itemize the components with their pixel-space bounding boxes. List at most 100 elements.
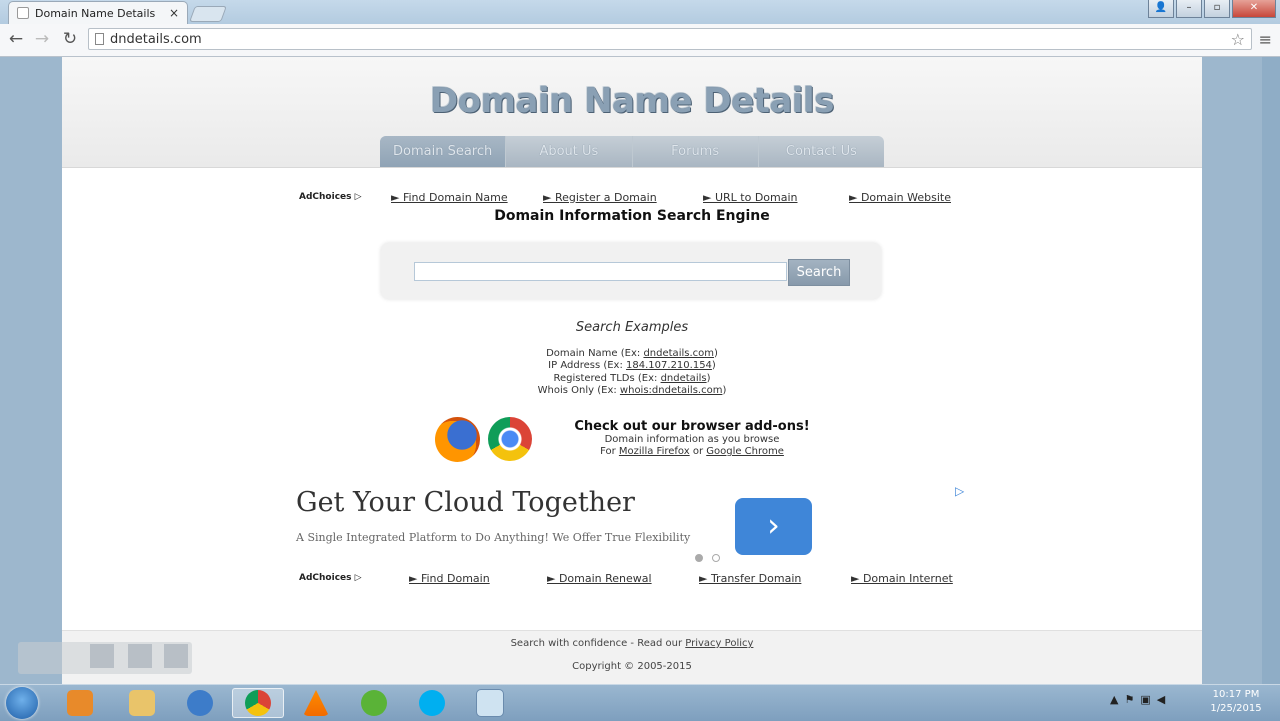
- tab-close-icon[interactable]: ×: [169, 6, 179, 20]
- addons-promo: Check out our browser add-ons! Domain in…: [542, 419, 842, 458]
- search-panel: Search: [381, 243, 881, 299]
- address-bar[interactable]: dndetails.com ☆: [88, 28, 1252, 50]
- ad-arrow-button[interactable]: ›: [735, 498, 812, 555]
- new-tab-button[interactable]: [189, 6, 227, 22]
- top-ad-links: AdChoices ▷ ► Find Domain Name ► Registe…: [299, 190, 959, 204]
- example-link[interactable]: 184.107.210.154: [626, 360, 712, 371]
- example-whois-only: Whois Only (Ex: whois:dndetails.com): [537, 384, 727, 396]
- ad-link-domain-internet[interactable]: ► Domain Internet: [851, 572, 953, 585]
- maximize-button[interactable]: ▫: [1204, 0, 1230, 18]
- carousel-dot[interactable]: [712, 554, 720, 562]
- taskbar-app-window[interactable]: [464, 688, 516, 718]
- site-nav: Domain Search About Us Forums Contact Us: [380, 136, 884, 167]
- taskbar-app-x[interactable]: [174, 688, 226, 718]
- firefox-icon[interactable]: [435, 417, 480, 462]
- adchoices-label[interactable]: AdChoices ▷: [299, 573, 389, 583]
- web-page: Domain Name Details Domain Search About …: [62, 57, 1202, 685]
- ad-info-icon[interactable]: ▷: [955, 484, 964, 498]
- media-player-icon: [67, 690, 93, 716]
- example-domain-name: Domain Name (Ex: dndetails.com): [546, 348, 718, 359]
- windows-taskbar: ▲ ⚑ ▣ ◀ 10:17 PM 1/25/2015: [0, 684, 1280, 721]
- chrome-icon[interactable]: [488, 417, 532, 461]
- site-title: Domain Name Details: [430, 81, 834, 121]
- taskbar-skype[interactable]: [406, 688, 458, 718]
- example-ip-address: IP Address (Ex: 184.107.210.154): [548, 360, 716, 372]
- ad-link-find-domain[interactable]: ► Find Domain: [409, 572, 490, 585]
- ad-headline: Get Your Cloud Together: [296, 487, 635, 518]
- example-link[interactable]: whois:dndetails.com: [620, 385, 723, 396]
- nav-about-us[interactable]: About Us: [506, 136, 633, 167]
- window-controls: 👤 – ▫ ✕: [1148, 0, 1276, 18]
- tray-flag-icon[interactable]: ⚑: [1124, 693, 1134, 706]
- bottom-ad-links: AdChoices ▷ ► Find Domain ► Domain Renew…: [299, 571, 959, 585]
- ad-link-find-domain-name[interactable]: ► Find Domain Name: [391, 191, 508, 204]
- app-x-icon: [187, 690, 213, 716]
- forward-arrow-icon[interactable]: →: [32, 29, 52, 49]
- addons-heading: Check out our browser add-ons!: [574, 419, 810, 434]
- draw-icon[interactable]: [164, 644, 188, 668]
- ad-link-url-to-domain[interactable]: ► URL to Domain: [703, 191, 798, 204]
- addon-icons: [435, 417, 532, 462]
- footer-confidence: Search with confidence - Read our Privac…: [510, 638, 754, 649]
- taskbar-vlc[interactable]: [290, 688, 342, 718]
- nav-contact-us[interactable]: Contact Us: [759, 136, 884, 167]
- ad-link-register-domain[interactable]: ► Register a Domain: [543, 191, 657, 204]
- chrome-menu-icon[interactable]: ≡: [1259, 30, 1272, 49]
- tab-title: Domain Name Details: [35, 6, 156, 20]
- carousel-dot[interactable]: [695, 554, 703, 562]
- taskbar-chrome[interactable]: [232, 688, 284, 718]
- example-link[interactable]: dndetails.com: [643, 348, 714, 359]
- chrome-link[interactable]: Google Chrome: [706, 446, 784, 457]
- ad-banner[interactable]: Get Your Cloud Together A Single Integra…: [292, 482, 972, 567]
- browser-viewport: Domain Name Details Domain Search About …: [0, 57, 1280, 685]
- tray-expand-icon[interactable]: ▲: [1110, 693, 1118, 706]
- ad-link-transfer-domain[interactable]: ► Transfer Domain: [699, 572, 801, 585]
- bookmark-star-icon[interactable]: ☆: [1231, 30, 1245, 49]
- footer-copyright: Copyright © 2005-2015: [572, 661, 692, 672]
- chrome-taskbar-icon: [245, 690, 271, 716]
- addons-line2: For Mozilla Firefox or Google Chrome: [600, 446, 784, 457]
- search-input[interactable]: [414, 262, 787, 281]
- clock-date: 1/25/2015: [1210, 703, 1262, 714]
- stop-icon[interactable]: [128, 644, 152, 668]
- browser-toolbar: ← → ↻ dndetails.com ☆ ≡: [0, 24, 1280, 57]
- pause-icon[interactable]: [90, 644, 114, 668]
- browser-tabstrip: Domain Name Details × 👤 – ▫ ✕: [0, 0, 1280, 24]
- taskbar-explorer[interactable]: [116, 688, 168, 718]
- ad-link-domain-renewal[interactable]: ► Domain Renewal: [547, 572, 652, 585]
- start-button[interactable]: [6, 687, 38, 719]
- ad-link-domain-website[interactable]: ► Domain Website: [849, 191, 951, 204]
- favicon-icon: [17, 7, 29, 19]
- nav-domain-search[interactable]: Domain Search: [380, 136, 507, 167]
- site-footer: Search with confidence - Read our Privac…: [62, 630, 1202, 685]
- adchoices-label[interactable]: AdChoices ▷: [299, 192, 389, 202]
- addons-line1: Domain information as you browse: [604, 434, 780, 445]
- vlc-icon: [303, 690, 329, 716]
- site-header: Domain Name Details Domain Search About …: [62, 57, 1202, 168]
- nav-forums[interactable]: Forums: [633, 136, 759, 167]
- firefox-link[interactable]: Mozilla Firefox: [619, 446, 690, 457]
- engine-title: Domain Information Search Engine: [494, 208, 770, 224]
- taskbar-utorrent[interactable]: [348, 688, 400, 718]
- ad-carousel-dots: [695, 554, 720, 562]
- example-link[interactable]: dndetails: [661, 373, 707, 384]
- minimize-button[interactable]: –: [1176, 0, 1202, 18]
- back-arrow-icon[interactable]: ←: [6, 29, 26, 49]
- taskbar-media-player[interactable]: [54, 688, 106, 718]
- privacy-policy-link[interactable]: Privacy Policy: [685, 638, 753, 649]
- skype-icon: [419, 690, 445, 716]
- taskbar-clock[interactable]: 10:17 PM 1/25/2015: [1196, 688, 1276, 716]
- tray-network-icon[interactable]: ▣: [1140, 693, 1150, 706]
- tray-volume-icon[interactable]: ◀: [1157, 693, 1165, 706]
- browser-tab[interactable]: Domain Name Details ×: [8, 1, 188, 24]
- profile-icon[interactable]: 👤: [1148, 0, 1174, 18]
- search-examples: Domain Name (Ex: dndetails.com) IP Addre…: [62, 348, 1202, 397]
- page-scrollbar[interactable]: [1262, 57, 1280, 684]
- address-url: dndetails.com: [110, 31, 202, 47]
- screen-recorder-overlay: [18, 642, 192, 674]
- utorrent-icon: [361, 690, 387, 716]
- search-button[interactable]: Search: [788, 259, 850, 286]
- close-window-button[interactable]: ✕: [1232, 0, 1276, 18]
- reload-icon[interactable]: ↻: [60, 29, 80, 49]
- examples-title: Search Examples: [575, 320, 689, 335]
